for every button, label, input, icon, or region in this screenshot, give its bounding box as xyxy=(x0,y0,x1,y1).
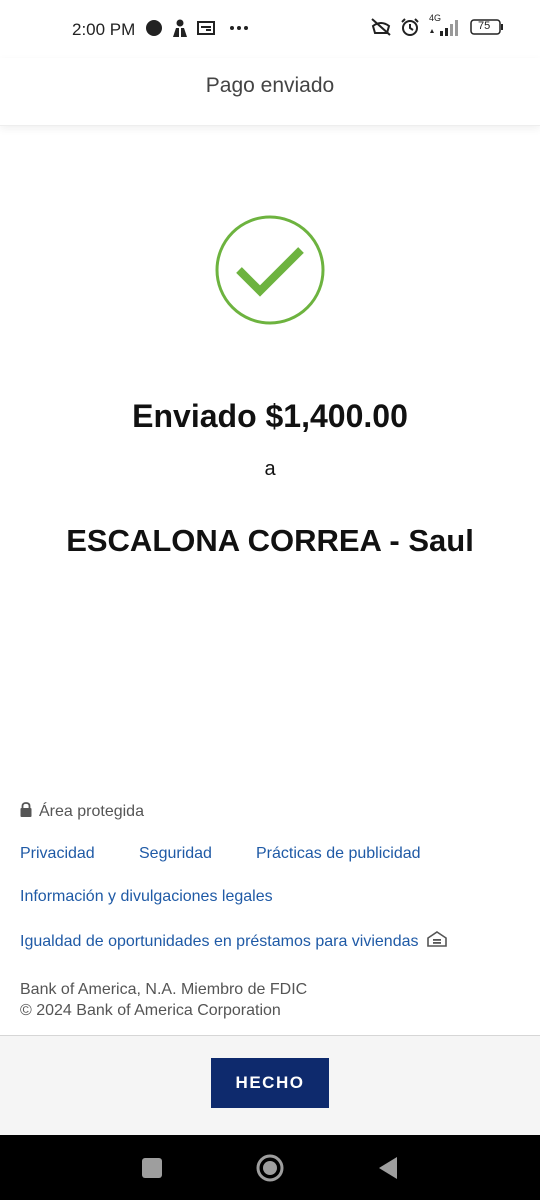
secure-area-label: Área protegida xyxy=(39,803,144,820)
copyright-line: © 2024 Bank of America Corporation xyxy=(20,1002,281,1019)
status-left-icons xyxy=(145,18,249,38)
confirmation-panel: Enviado $1,400.00 a ESCALONA CORREA - Sa… xyxy=(0,126,540,766)
status-right-icons: 4G 75 xyxy=(370,13,504,37)
back-icon[interactable] xyxy=(373,1153,403,1183)
page-title: Pago enviado xyxy=(205,74,335,97)
secure-area: Área protegida xyxy=(20,802,144,822)
battery-icon: 75 xyxy=(470,18,504,36)
card-icon xyxy=(197,20,215,36)
security-link[interactable]: Seguridad xyxy=(139,845,212,863)
equal-housing-icon xyxy=(426,931,447,952)
person-icon xyxy=(171,18,189,38)
fdic-line: Bank of America, N.A. Miembro de FDIC xyxy=(20,981,308,998)
equal-housing-label: Igualdad de oportunidades en préstamos p… xyxy=(20,932,419,950)
amount-sent: Enviado $1,400.00 xyxy=(132,398,408,434)
lock-icon xyxy=(20,802,32,822)
recipient-name: ESCALONA CORREA - Saul xyxy=(66,523,474,558)
system-nav-bar xyxy=(0,1135,540,1200)
mute-icon xyxy=(370,17,392,37)
done-button[interactable]: HECHO xyxy=(211,1058,329,1108)
battery-level: 75 xyxy=(478,20,491,32)
signal-icon: 4G xyxy=(428,13,462,37)
recipient-connector: a xyxy=(264,458,276,480)
check-circle-icon xyxy=(215,215,325,325)
alarm-icon xyxy=(400,17,420,37)
status-time: 2:00 PM xyxy=(72,20,136,39)
legal-info-link[interactable]: Información y divulgaciones legales xyxy=(20,888,273,906)
privacy-link[interactable]: Privacidad xyxy=(20,845,95,863)
status-bar: 2:00 PM 4G 75 xyxy=(0,0,540,58)
equal-housing-link[interactable]: Igualdad de oportunidades en préstamos p… xyxy=(20,931,447,952)
more-icon xyxy=(229,25,249,31)
legal-notice: Bank of America, N.A. Miembro de FDIC © … xyxy=(20,979,307,1021)
recents-icon[interactable] xyxy=(137,1153,167,1183)
circle-icon xyxy=(145,19,163,37)
action-bar: HECHO xyxy=(0,1035,540,1135)
header: Pago enviado xyxy=(0,58,540,126)
advertising-practices-link[interactable]: Prácticas de publicidad xyxy=(256,845,421,863)
home-icon[interactable] xyxy=(255,1153,285,1183)
